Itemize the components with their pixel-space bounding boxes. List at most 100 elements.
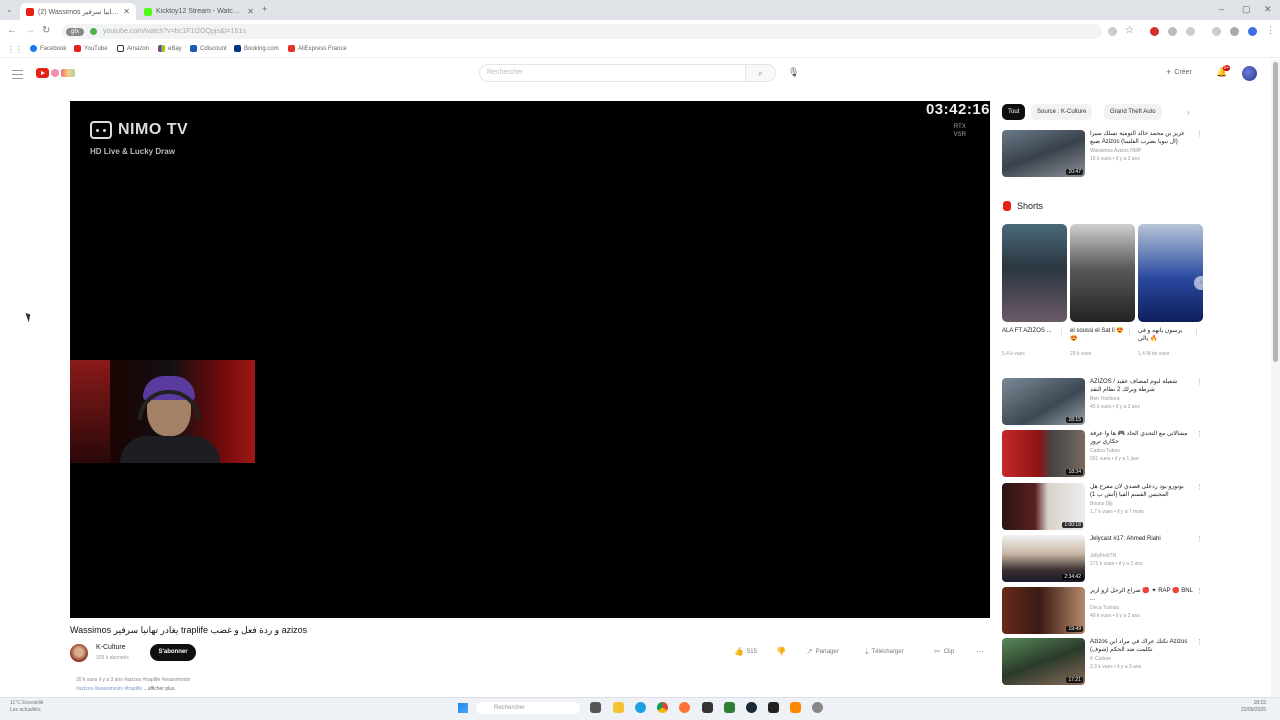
app-icon[interactable]	[768, 702, 779, 713]
recommended-video[interactable]: 18:34 مشالاتي مع التحدي الحاد 🎮 ها وا عر…	[1002, 430, 1203, 478]
apps-icon[interactable]: ⋮⋮	[7, 45, 23, 54]
chevron-right-icon[interactable]: ›	[1187, 108, 1190, 117]
taskbar-search[interactable]: Rechercher	[476, 702, 580, 714]
tab-list-icon[interactable]: ⌄	[6, 5, 13, 14]
windows-start-icon[interactable]	[458, 703, 468, 713]
task-view-icon[interactable]	[590, 702, 601, 713]
more-vertical-icon[interactable]: ⋮	[1196, 430, 1203, 438]
more-actions-button[interactable]: ⋯	[976, 647, 984, 656]
video-thumbnail[interactable]: 20:47	[1002, 130, 1085, 177]
bookmark-booking[interactable]: Booking.com	[234, 45, 279, 52]
close-window-icon[interactable]: ✕	[1264, 4, 1272, 15]
video-description-hashtags[interactable]: #azizos #wassimostv #traplife ...affiche…	[76, 686, 175, 692]
star-icon[interactable]: ☆	[1125, 25, 1134, 36]
channel-name[interactable]: K-Culture	[96, 644, 126, 651]
video-title[interactable]: AZIZOS / شعيلة لبوم لمضاف عقيد شرطة وبرل…	[1090, 378, 1194, 394]
hashtags-text[interactable]: #azizos #wassimostv #traplife	[76, 686, 142, 692]
extension-gear-icon[interactable]	[1168, 27, 1177, 36]
tab-youtube[interactable]: (2) Wassimos ورد علي تهانيا سرفير trapli…	[20, 3, 136, 20]
recommended-video[interactable]: 1:00:18 بونوزو بود ردعلى قصدي لان مفرح ه…	[1002, 483, 1203, 531]
recommended-video[interactable]: 19:49 صراع الرجل ازو ازيز 🔴 ✦ RAP 🔴 BNL …	[1002, 587, 1203, 635]
video-thumbnail[interactable]: 18:34	[1002, 430, 1085, 477]
chip-all[interactable]: Tout	[1002, 104, 1026, 120]
address-bar[interactable]: gfx youtube.com/watch?v=bc1F1t2OQpjs&t=1…	[62, 24, 1102, 39]
subscribe-button[interactable]: S'abonner	[150, 644, 196, 661]
cast-icon[interactable]	[1108, 27, 1117, 36]
video-title[interactable]: عزيز بن محمد خالد التومية نسلك سيرا ضيع …	[1090, 130, 1194, 146]
weather-widget[interactable]: 11°C Ensoleillé Les actualités	[10, 700, 44, 714]
video-title[interactable]: بونوزو بود ردعلى قصدي لان مفرح هل المحبس…	[1090, 483, 1194, 499]
search-icon[interactable]: ⌕	[746, 64, 776, 82]
chevron-right-icon[interactable]: ›	[1194, 276, 1208, 290]
chip-gta[interactable]: Grand Theft Auto	[1104, 104, 1162, 120]
more-vertical-icon[interactable]: ⋮	[1196, 587, 1203, 595]
video-thumbnail[interactable]: 17:21	[1002, 638, 1085, 685]
video-thumbnail[interactable]: 1:00:18	[1002, 483, 1085, 530]
edge-icon[interactable]	[635, 702, 646, 713]
recommended-video[interactable]: 20:47 عزيز بن محمد خالد التومية نسلك سير…	[1002, 130, 1203, 178]
short-title[interactable]: يرسون يانهه و في يالي 🔥	[1138, 327, 1193, 343]
system-clock[interactable]: 18:15 22/09/2025	[1226, 700, 1266, 714]
app-icon[interactable]	[702, 702, 713, 713]
bookmark-facebook[interactable]: Facebook	[30, 45, 66, 52]
downloads-icon[interactable]	[1212, 27, 1221, 36]
extension-red-icon[interactable]	[1150, 27, 1159, 36]
video-channel[interactable]: K-Culture	[1090, 656, 1111, 662]
profile-icon[interactable]	[1230, 27, 1239, 36]
download-button[interactable]: ⤓ Télécharger	[865, 647, 904, 657]
video-channel[interactable]: Ben Yoshiera	[1090, 396, 1119, 402]
dislike-button[interactable]: 👎	[776, 647, 786, 656]
more-vertical-icon[interactable]: ⋮	[1196, 378, 1203, 386]
video-channel[interactable]: Wassimos Azizos NMP	[1090, 148, 1141, 154]
chip-source[interactable]: Source : K-Culture	[1031, 104, 1093, 120]
more-vertical-icon[interactable]: ⋮	[1193, 328, 1200, 336]
video-title[interactable]: Jelycast #17: Ahmed Riahi	[1090, 535, 1194, 543]
more-vertical-icon[interactable]: ⋮	[1196, 535, 1203, 543]
chrome-icon[interactable]	[657, 702, 668, 713]
recommended-video[interactable]: 17:21 Azizos تكتك عراك في مراد ابن Azizo…	[1002, 638, 1203, 686]
maximize-icon[interactable]: ▢	[1242, 4, 1251, 15]
tab-kick[interactable]: Kicktoy12 Stream - Watch Li... ✕	[138, 3, 260, 20]
green-app-icon[interactable]	[724, 702, 735, 713]
search-input[interactable]: Rechercher	[479, 64, 746, 82]
video-channel[interactable]: Deca Tunisia	[1090, 605, 1119, 611]
settings-icon[interactable]	[812, 702, 823, 713]
forward-icon[interactable]: →	[25, 25, 35, 36]
show-more-link[interactable]: ...afficher plus	[144, 686, 175, 692]
video-thumbnail[interactable]: 2:34:42	[1002, 535, 1085, 582]
minimize-icon[interactable]: –	[1219, 4, 1224, 14]
video-channel[interactable]: JellyFishTN	[1090, 553, 1116, 559]
video-channel[interactable]: Bouns Djij	[1090, 501, 1113, 507]
create-button[interactable]: + Créer	[1166, 67, 1192, 77]
video-player[interactable]: NIMO TV HD Live & Lucky Draw 03:42:16 RT…	[70, 101, 990, 618]
video-thumbnail[interactable]: 28:15	[1002, 378, 1085, 425]
firefox-icon[interactable]	[679, 702, 690, 713]
bookmark-cdiscount[interactable]: Cdiscount	[190, 45, 227, 52]
extensions-icon[interactable]	[1186, 27, 1195, 36]
youtube-logo[interactable]	[36, 68, 75, 78]
short-title[interactable]: ALA FT AZIZOS ...	[1002, 327, 1057, 335]
steam-icon[interactable]	[746, 702, 757, 713]
more-vertical-icon[interactable]: ⋮	[1126, 328, 1133, 336]
account-avatar[interactable]	[1242, 66, 1257, 81]
bookmark-ebay[interactable]: eBay	[158, 45, 182, 52]
bookmark-youtube[interactable]: YouTube	[74, 45, 108, 52]
bookmark-aliexpress[interactable]: AliExpress France	[288, 45, 347, 52]
clip-button[interactable]: ✂ Clip	[934, 647, 954, 656]
video-title[interactable]: Azizos تكتك عراك في مراد ابن Azizos تكلم…	[1090, 638, 1194, 654]
lock-icon[interactable]	[90, 28, 98, 35]
more-vertical-icon[interactable]: ⋮	[1196, 130, 1203, 138]
browser-menu-icon[interactable]: ⋮	[1266, 25, 1275, 36]
video-title[interactable]: صراع الرجل ازو ازيز 🔴 ✦ RAP 🔴 BNL ...	[1090, 587, 1194, 603]
more-vertical-icon[interactable]: ⋮	[1196, 638, 1203, 646]
recommended-video[interactable]: 2:34:42 Jelycast #17: Ahmed Riahi JellyF…	[1002, 535, 1203, 583]
site-info-chip[interactable]: gfx	[66, 27, 85, 36]
recommended-video[interactable]: 28:15 AZIZOS / شعيلة لبوم لمضاف عقيد شرط…	[1002, 378, 1203, 426]
video-channel[interactable]: Cadou Tubes	[1090, 448, 1120, 454]
short-title[interactable]: el soussi el Sat li 😍😍	[1070, 327, 1125, 343]
file-explorer-icon[interactable]	[613, 702, 624, 713]
video-thumbnail[interactable]: 19:49	[1002, 587, 1085, 634]
back-icon[interactable]: ←	[7, 25, 17, 36]
reload-icon[interactable]: ↻	[42, 25, 50, 36]
new-tab-button[interactable]: +	[262, 4, 267, 14]
